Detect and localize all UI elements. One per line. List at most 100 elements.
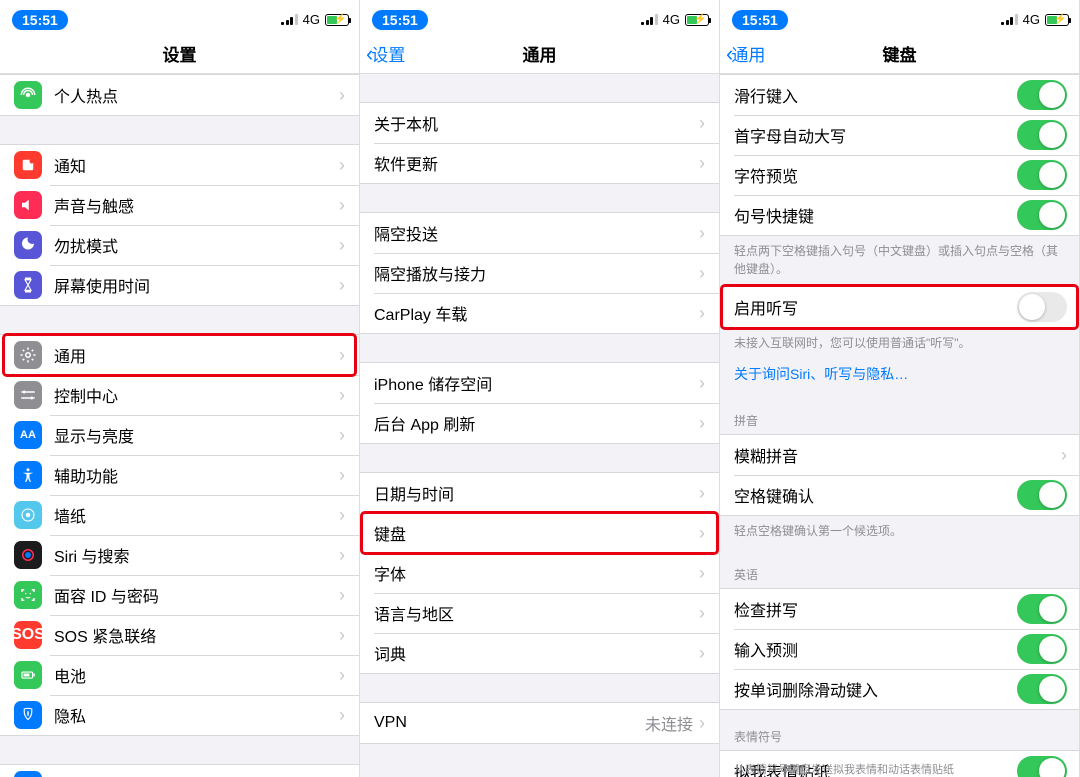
settings-panel: 15:51 4G ⚡ 设置 个人热点 › 通知 › 声音与触感 › — [0, 0, 360, 777]
row-label: 字符预览 — [734, 163, 1017, 187]
row-label: iPhone 储存空间 — [374, 371, 699, 395]
row-label: 键盘 — [374, 521, 699, 545]
keyboard-row[interactable]: 模糊拼音› — [720, 435, 1079, 475]
keyboard-row[interactable]: 输入预测 — [720, 629, 1079, 669]
row-label: Siri 与搜索 — [54, 543, 339, 567]
settings-row-wallpaper[interactable]: 墙纸 › — [0, 495, 359, 535]
general-panel: 15:51 4G ⚡ ‹ 设置 通用 关于本机 › 软件更新 › 隔 — [360, 0, 720, 777]
keyboard-row[interactable]: 句号快捷键 — [720, 195, 1079, 235]
chevron-right-icon: › — [339, 585, 345, 606]
row-label: 首字母自动大写 — [734, 123, 1017, 147]
row-label: 屏幕使用时间 — [54, 273, 339, 297]
back-button[interactable]: ‹ 通用 — [726, 34, 765, 73]
keyboard-panel: 15:51 4G ⚡ ‹ 通用 键盘 滑行键入 首字母自动大写 字符预览 句号快… — [720, 0, 1080, 777]
row-label: iTunes Store 与 App Store — [54, 773, 339, 777]
hotspot-icon — [14, 81, 42, 109]
chevron-right-icon: › — [339, 345, 345, 366]
row-label: 空格键确认 — [734, 483, 1017, 507]
settings-row-screentime[interactable]: 屏幕使用时间 › — [0, 265, 359, 305]
general-row[interactable]: 日期与时间 › — [360, 473, 719, 513]
back-button[interactable]: ‹ 设置 — [366, 34, 405, 73]
general-row[interactable]: 隔空投送 › — [360, 213, 719, 253]
settings-list[interactable]: 个人热点 › 通知 › 声音与触感 › 勿扰模式 › 屏幕使用时间 — [0, 74, 359, 777]
general-row[interactable]: 语言与地区 › — [360, 593, 719, 633]
general-row[interactable]: 软件更新 › — [360, 143, 719, 183]
keyboard-row[interactable]: 空格键确认 — [720, 475, 1079, 515]
toggle-switch[interactable] — [1017, 594, 1067, 624]
row-label: 勿扰模式 — [54, 233, 339, 257]
settings-row-dnd[interactable]: 勿扰模式 › — [0, 225, 359, 265]
settings-row-sos[interactable]: SOS SOS 紧急联络 › — [0, 615, 359, 655]
settings-row-control[interactable]: 控制中心 › — [0, 375, 359, 415]
toggle-switch[interactable] — [1017, 120, 1067, 150]
toggle-switch[interactable] — [1017, 292, 1067, 322]
chevron-right-icon: › — [699, 563, 705, 584]
status-right: 4G ⚡ — [641, 12, 709, 27]
row-label: 检查拼写 — [734, 597, 1017, 621]
chevron-right-icon: › — [339, 425, 345, 446]
settings-row-notif[interactable]: 通知 › — [0, 145, 359, 185]
settings-row-display[interactable]: AA 显示与亮度 › — [0, 415, 359, 455]
keyboard-list[interactable]: 滑行键入 首字母自动大写 字符预览 句号快捷键 轻点两下空格键插入句号（中文键盘… — [720, 74, 1079, 777]
general-row[interactable]: CarPlay 车载 › — [360, 293, 719, 333]
chevron-right-icon: › — [699, 643, 705, 664]
toggle-switch[interactable] — [1017, 80, 1067, 110]
dictation-row[interactable]: 启用听写 — [720, 287, 1079, 327]
general-row[interactable]: 后台 App 刷新 › — [360, 403, 719, 443]
page-title: 设置 — [163, 41, 197, 66]
settings-row-sound[interactable]: 声音与触感 › — [0, 185, 359, 225]
general-row[interactable]: 键盘 › — [360, 513, 719, 553]
settings-row-battery[interactable]: 电池 › — [0, 655, 359, 695]
status-right: 4G ⚡ — [281, 12, 349, 27]
chevron-right-icon: › — [699, 373, 705, 394]
general-row[interactable]: 词典 › — [360, 633, 719, 673]
keyboard-row[interactable]: 字符预览 — [720, 155, 1079, 195]
settings-row-access[interactable]: 辅助功能 › — [0, 455, 359, 495]
row-label: 隔空播放与接力 — [374, 261, 699, 285]
row-label: 模糊拼音 — [734, 443, 1061, 467]
general-row[interactable]: 隔空播放与接力 › — [360, 253, 719, 293]
settings-row-faceid[interactable]: 面容 ID 与密码 › — [0, 575, 359, 615]
toggle-switch[interactable] — [1017, 674, 1067, 704]
settings-row-general[interactable]: 通用 › — [0, 335, 359, 375]
general-row[interactable]: 字体 › — [360, 553, 719, 593]
settings-row-privacy[interactable]: 隐私 › — [0, 695, 359, 735]
general-icon — [14, 341, 42, 369]
row-label: 字体 — [374, 561, 699, 585]
network-label: 4G — [1023, 12, 1040, 27]
toggle-switch[interactable] — [1017, 634, 1067, 664]
general-row[interactable]: 关于本机 › — [360, 103, 719, 143]
row-label: 辅助功能 — [54, 463, 339, 487]
chevron-right-icon: › — [699, 523, 705, 544]
back-label: 通用 — [731, 41, 765, 66]
row-label: 电池 — [54, 663, 339, 687]
chevron-right-icon: › — [699, 413, 705, 434]
keyboard-row[interactable]: 首字母自动大写 — [720, 115, 1079, 155]
settings-row-siri[interactable]: Siri 与搜索 › — [0, 535, 359, 575]
page-title: 通用 — [523, 41, 557, 66]
row-label: 后台 App 刷新 — [374, 411, 699, 435]
signal-icon — [281, 14, 298, 25]
chevron-right-icon: › — [699, 603, 705, 624]
general-row[interactable]: iPhone 储存空间 › — [360, 363, 719, 403]
siri-privacy-link[interactable]: 关于询问Siri、听写与隐私… — [720, 360, 1079, 394]
toggle-switch[interactable] — [1017, 200, 1067, 230]
keyboard-row[interactable]: 检查拼写 — [720, 589, 1079, 629]
battery-icon: ⚡ — [685, 14, 709, 26]
row-label: 滑行键入 — [734, 83, 1017, 107]
general-list[interactable]: 关于本机 › 软件更新 › 隔空投送 › 隔空播放与接力 › CarPl — [360, 74, 719, 744]
keyboard-row[interactable]: 滑行键入 — [720, 75, 1079, 115]
toggle-switch[interactable] — [1017, 160, 1067, 190]
general-row[interactable]: VPN 未连接 › — [360, 703, 719, 743]
row-label: 显示与亮度 — [54, 423, 339, 447]
navbar: 设置 — [0, 34, 359, 74]
battery-icon: ⚡ — [1045, 14, 1069, 26]
row-label: 关于本机 — [374, 111, 699, 135]
settings-row-hotspot[interactable]: 个人热点 › — [0, 75, 359, 115]
sos-icon: SOS — [14, 621, 42, 649]
settings-row-appstore[interactable]: iTunes Store 与 App Store › — [0, 765, 359, 777]
toggle-switch[interactable] — [1017, 480, 1067, 510]
row-label: 声音与触感 — [54, 193, 339, 217]
keyboard-row[interactable]: 按单词删除滑动键入 — [720, 669, 1079, 709]
row-label: SOS 紧急联络 — [54, 623, 339, 647]
